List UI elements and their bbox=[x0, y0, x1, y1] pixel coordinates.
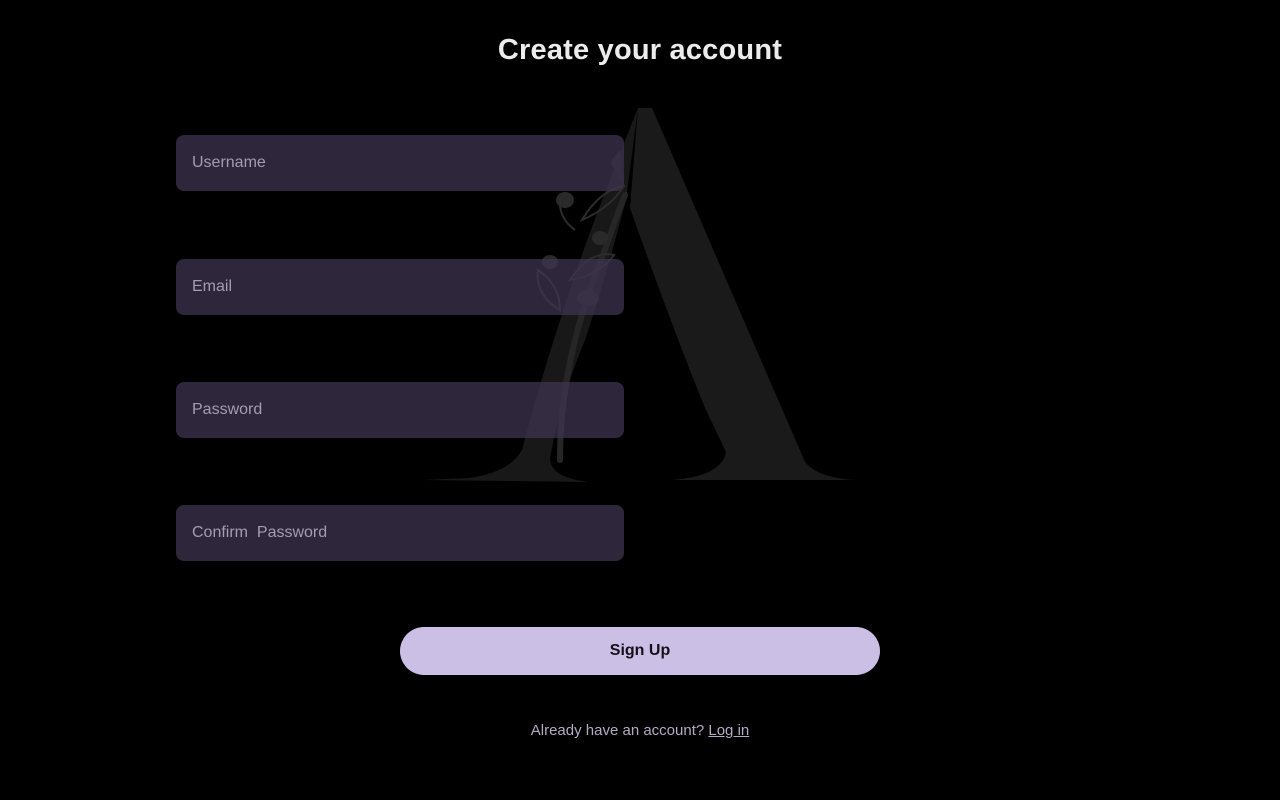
page-title: Create your account bbox=[497, 34, 783, 66]
login-link[interactable]: Log in bbox=[708, 722, 749, 739]
email-field[interactable] bbox=[176, 259, 624, 315]
password-field[interactable] bbox=[176, 382, 624, 438]
signup-page: Create your account Sign Up Already have… bbox=[0, 0, 1280, 800]
login-prompt: Already have an account? Log in bbox=[0, 722, 1280, 739]
username-field[interactable] bbox=[176, 135, 624, 191]
login-prompt-text: Already have an account? bbox=[530, 722, 705, 739]
confirm-password-field[interactable] bbox=[176, 505, 624, 561]
sign-up-button[interactable]: Sign Up bbox=[400, 627, 880, 675]
